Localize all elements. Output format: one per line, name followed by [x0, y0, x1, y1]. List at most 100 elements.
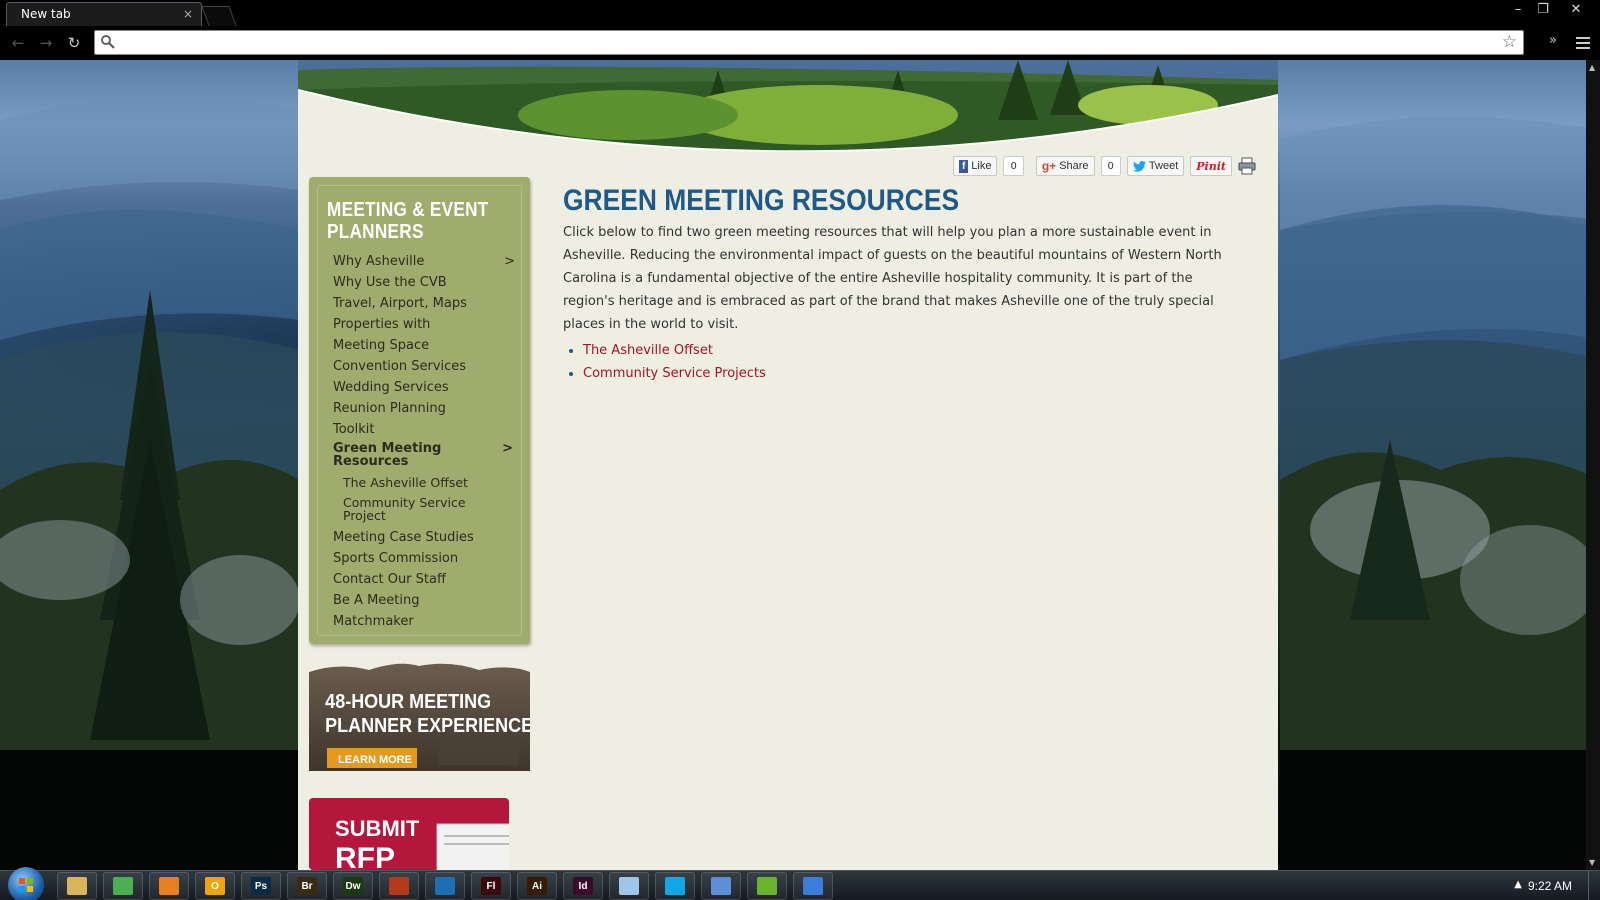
dreamweaver-icon: Dw: [343, 877, 363, 895]
sidebar-item-matchmaker[interactable]: Matchmaker: [333, 611, 513, 632]
sidebar-item-sports-commission[interactable]: Sports Commission: [333, 548, 513, 569]
taskbar-button[interactable]: Br: [287, 872, 327, 900]
sidebar-nav: Why Asheville > Why Use the CVB Travel, A…: [333, 251, 515, 632]
taskbar-button[interactable]: [701, 872, 741, 900]
gplus-share-label: Share: [1059, 160, 1089, 172]
sidebar-item-wedding-services[interactable]: Wedding Services: [333, 377, 513, 398]
skype-icon: [665, 877, 685, 895]
promo-line2: PLANNER EXPERIENCE: [325, 715, 530, 737]
sidebar-subitem-community-service[interactable]: Community Service Project: [333, 496, 483, 522]
link-asheville-offset[interactable]: The Asheville Offset: [583, 343, 713, 358]
firefox-icon: [159, 877, 179, 895]
learn-more-button[interactable]: LEARN MORE: [338, 754, 412, 766]
scroll-up-icon[interactable]: ▲: [1589, 63, 1595, 72]
page-content: f Like 0 g+ Share 0 Tweet Pinit MEETING …: [298, 60, 1278, 870]
sidebar-item-meeting-space[interactable]: Meeting Space: [333, 335, 513, 356]
taskbar-button[interactable]: [793, 872, 833, 900]
window-icon: [803, 877, 823, 895]
clock[interactable]: 9:22 AM: [1528, 879, 1572, 893]
sidebar-item-why-use-cvb[interactable]: Why Use the CVB: [333, 272, 513, 293]
web-viewport: ▲ ▼ f Like 0 g+ Share 0 Tweet Pinit MEET…: [0, 60, 1600, 870]
flash-icon: Fl: [481, 877, 501, 895]
itunes-icon: [711, 877, 731, 895]
taskbar-button[interactable]: O: [195, 872, 235, 900]
gplus-share-button[interactable]: g+ Share: [1035, 156, 1095, 176]
taskbar-button[interactable]: [609, 872, 649, 900]
sidebar-item-green-meeting[interactable]: Green Meeting Resources >: [333, 442, 513, 468]
sidebar-item-properties[interactable]: Properties with: [333, 314, 513, 335]
indesign-icon: Id: [573, 877, 593, 895]
start-button[interactable]: [8, 867, 44, 900]
sidebar-item-reunion-planning[interactable]: Reunion Planning: [333, 398, 513, 419]
taskbar-button[interactable]: Ps: [241, 872, 281, 900]
taskbar-button[interactable]: [655, 872, 695, 900]
chevron-right-icon: >: [502, 441, 513, 456]
tweet-button[interactable]: Tweet: [1126, 156, 1185, 176]
taskbar-button[interactable]: Id: [563, 872, 603, 900]
gplus-icon: g+: [1041, 159, 1057, 173]
facebook-icon: f: [958, 159, 969, 173]
taskbar-button[interactable]: [747, 872, 787, 900]
print-icon[interactable]: [1238, 157, 1256, 175]
forward-icon[interactable]: →: [36, 33, 56, 53]
page-scrollbar[interactable]: ▲ ▼: [1586, 60, 1600, 870]
extensions-chevron-icon[interactable]: »: [1549, 33, 1557, 48]
back-icon[interactable]: ←: [8, 33, 28, 53]
windows-logo-icon: [19, 878, 33, 892]
taskbar-button[interactable]: [379, 872, 419, 900]
meeting-planner-promo[interactable]: 48-HOUR MEETING PLANNER EXPERIENCE LEARN…: [309, 660, 530, 771]
sidebar-item-be-a-meeting[interactable]: Be A Meeting: [333, 590, 513, 611]
gplus-share-count: 0: [1100, 156, 1121, 176]
sidebar-item-travel[interactable]: Travel, Airport, Maps: [333, 293, 513, 314]
show-desktop-button[interactable]: [1588, 871, 1600, 900]
minimize-button[interactable]: –: [1505, 2, 1531, 17]
messenger-icon: [435, 877, 455, 895]
tweet-label: Tweet: [1148, 160, 1179, 172]
link-community-service[interactable]: Community Service Projects: [583, 366, 766, 381]
tab-strip: New tab × – ❐ ✕: [0, 0, 1600, 26]
taskbar-button[interactable]: [425, 872, 465, 900]
facebook-like-label: Like: [971, 160, 992, 172]
address-input[interactable]: [121, 33, 1491, 52]
restore-button[interactable]: ❐: [1530, 2, 1556, 17]
close-window-button[interactable]: ✕: [1563, 2, 1589, 17]
spotify-icon: [757, 877, 777, 895]
list-item: Community Service Projects: [563, 362, 766, 385]
sidebar-item-contact-staff[interactable]: Contact Our Staff: [333, 569, 513, 590]
bookmark-star-icon[interactable]: ☆: [1502, 33, 1517, 52]
new-tab-button[interactable]: [201, 6, 237, 26]
filezilla-icon: [389, 877, 409, 895]
facebook-like-button[interactable]: f Like: [952, 156, 998, 176]
intro-paragraph: Click below to find two green meeting re…: [563, 225, 1222, 332]
tray-expand-icon[interactable]: ▲: [1514, 879, 1522, 890]
menu-icon[interactable]: [1576, 37, 1590, 49]
resource-links: The Asheville Offset Community Service P…: [563, 339, 766, 385]
taskbar-button[interactable]: Ai: [517, 872, 557, 900]
omnibox[interactable]: ☆: [94, 30, 1524, 55]
sidebar-item-case-studies[interactable]: Meeting Case Studies: [333, 527, 513, 548]
chevron-right-icon: >: [504, 254, 515, 269]
pinterest-button[interactable]: Pinit: [1190, 156, 1232, 176]
browser-tab[interactable]: New tab ×: [6, 2, 202, 26]
forest-banner: [298, 60, 1278, 152]
tab-close-icon[interactable]: ×: [183, 7, 193, 21]
sidebar-item-toolkit[interactable]: Toolkit: [333, 419, 513, 440]
taskbar-button[interactable]: Fl: [471, 872, 511, 900]
tab-title: New tab: [21, 7, 71, 21]
screen: New tab × – ❐ ✕ ← → ↻ ☆ » ▲ ▼ f Like 0 g…: [0, 0, 1600, 900]
taskbar-button[interactable]: [57, 872, 97, 900]
submit-label: SUBMIT: [335, 816, 420, 841]
scroll-down-icon[interactable]: ▼: [1589, 858, 1595, 867]
sidebar-subitem-asheville-offset[interactable]: The Asheville Offset: [333, 472, 513, 493]
taskbar-button[interactable]: [103, 872, 143, 900]
sidebar-item-convention-services[interactable]: Convention Services: [333, 356, 513, 377]
reload-icon[interactable]: ↻: [64, 33, 84, 53]
taskbar-button[interactable]: Dw: [333, 872, 373, 900]
bridge-icon: Br: [297, 877, 317, 895]
sidebar-title: MEETING & EVENT PLANNERS: [327, 199, 489, 243]
chrome-icon: [113, 877, 133, 895]
taskbar-button[interactable]: [149, 872, 189, 900]
notepad-icon: [619, 877, 639, 895]
sidebar-item-why-asheville[interactable]: Why Asheville >: [333, 251, 515, 272]
submit-rfp-promo[interactable]: SUBMIT RFP: [309, 798, 509, 870]
